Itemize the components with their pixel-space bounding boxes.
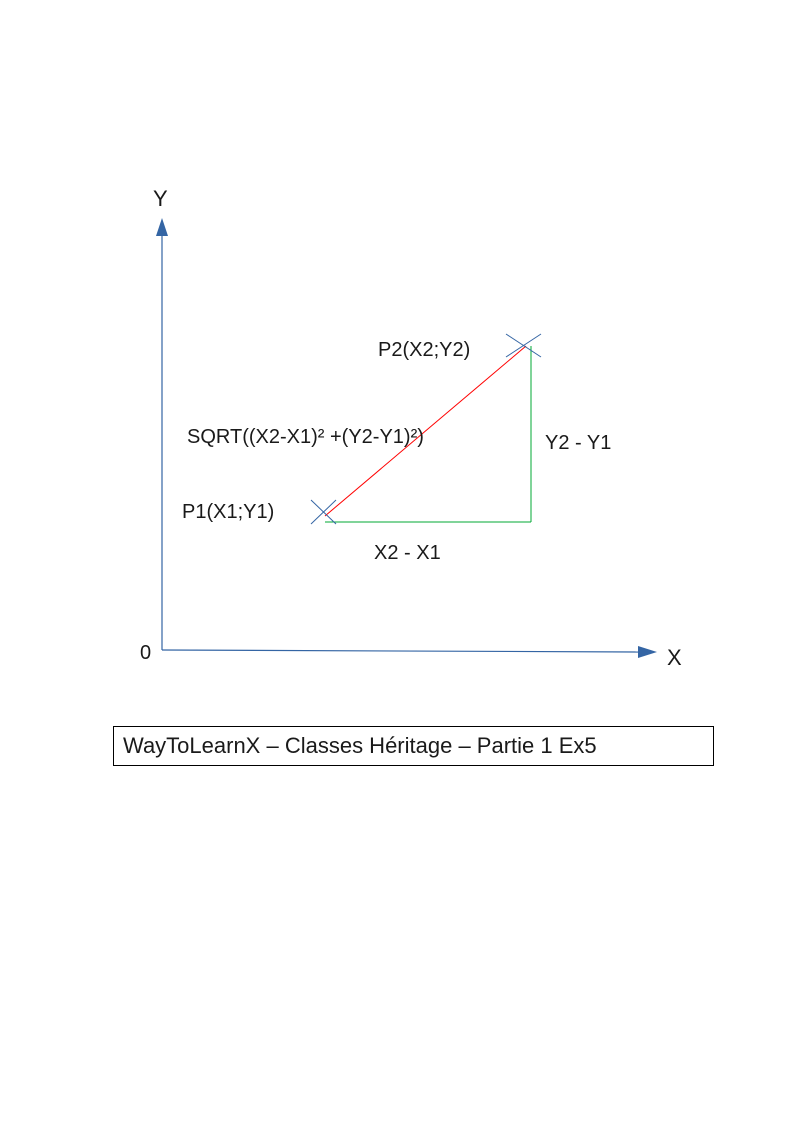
p1-cross-marker: [310, 499, 337, 525]
cartesian-diagram: Y X 0 P1(X1;Y1) P2(X2;Y2) SQRT((X2-X1)² …: [140, 186, 682, 670]
dy-label: Y2 - Y1: [545, 432, 611, 454]
x-axis-line: [161, 649, 641, 653]
origin-label: 0: [140, 642, 151, 664]
p1-label: P1(X1;Y1): [182, 501, 274, 523]
caption-box: WayToLearnX – Classes Héritage – Partie …: [113, 726, 714, 766]
dx-label: X2 - X1: [374, 542, 441, 564]
x-axis-arrowhead: [638, 646, 657, 658]
y-axis-label: Y: [153, 186, 168, 211]
p2-cross-marker: [505, 333, 542, 358]
y-axis-arrowhead: [156, 218, 168, 236]
x-axis-label: X: [667, 645, 682, 670]
distance-formula-label: SQRT((X2-X1)² +(Y2-Y1)²): [187, 426, 424, 448]
p2-label: P2(X2;Y2): [378, 339, 470, 361]
caption-text: WayToLearnX – Classes Héritage – Partie …: [123, 733, 597, 758]
